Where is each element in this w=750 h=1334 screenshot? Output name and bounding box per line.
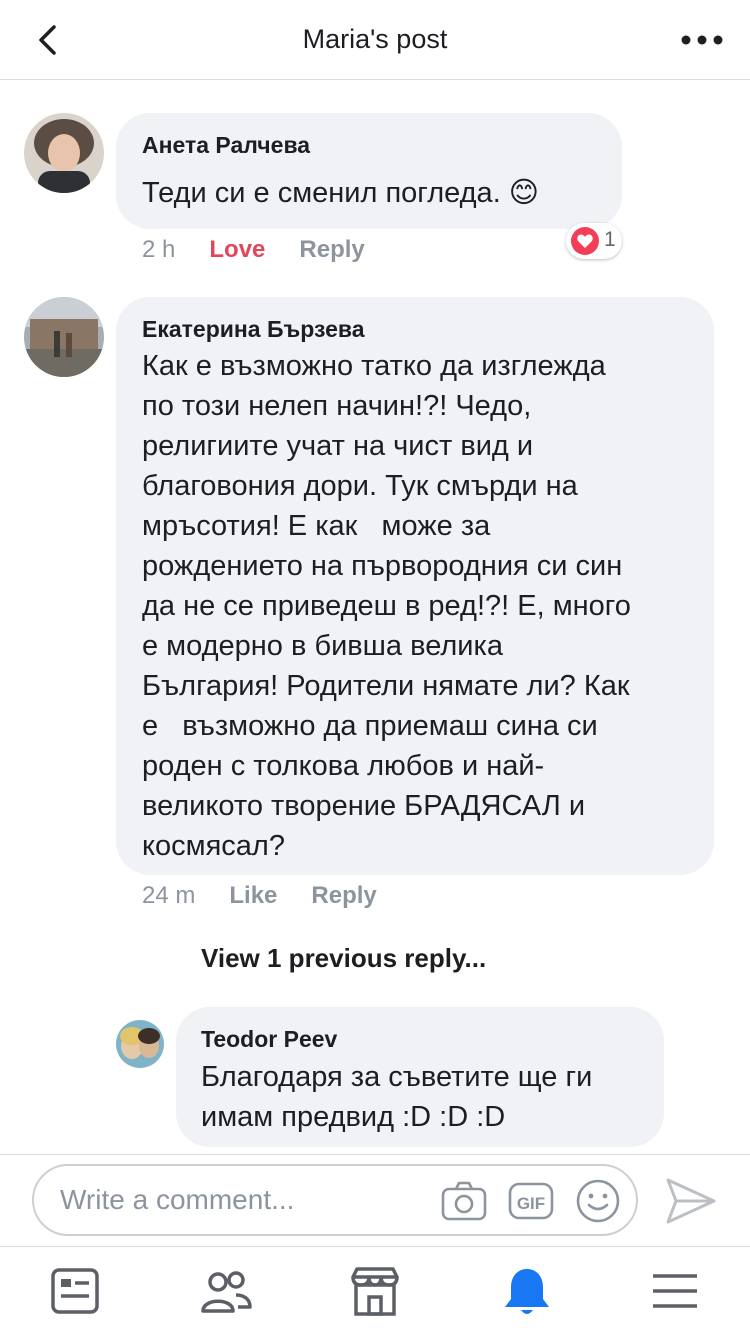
comment-meta: 24 m Like Reply: [142, 882, 377, 910]
reaction-badge[interactable]: 1: [566, 223, 622, 259]
comment-author[interactable]: Анета Ралчева: [142, 132, 310, 159]
comment-input-placeholder: Write a comment...: [60, 1184, 295, 1215]
notifications-icon[interactable]: [499, 1265, 555, 1319]
reply-author[interactable]: Teodor Peev: [201, 1026, 337, 1053]
comment-line: благовония дори. Тук смърди на: [142, 470, 578, 502]
friends-icon[interactable]: [198, 1265, 254, 1319]
comment-line: великото творение БРАДЯСАЛ и: [142, 790, 586, 822]
comment-time: 2 h: [142, 236, 176, 263]
comment-line: роден с толкова любов и най-: [142, 750, 545, 782]
love-button[interactable]: Love: [209, 236, 265, 263]
comment-text: Как е възможно татко да изглежда по този…: [142, 346, 631, 866]
comment-author[interactable]: Екатерина Бързева: [142, 316, 365, 343]
comment-input[interactable]: Write a comment... GIF: [32, 1164, 638, 1236]
more-options-icon[interactable]: [680, 28, 724, 52]
comment-line: България! Родители нямате ли? Как: [142, 670, 630, 702]
svg-text:GIF: GIF: [517, 1194, 545, 1213]
avatar[interactable]: [116, 1020, 164, 1068]
comment-time: 24 m: [142, 882, 196, 909]
reply-button[interactable]: Reply: [311, 882, 376, 909]
comment-line: мръсотия! Е как може за: [142, 510, 491, 542]
comment-line: е модерно в бивша велика: [142, 630, 503, 662]
emoji-icon[interactable]: [575, 1178, 621, 1224]
comment-line: рождението на първородния си син: [142, 550, 623, 582]
comment-line: по този нелеп начин!?! Чедо,: [142, 390, 532, 422]
comment-line: религиите учат на чист вид и: [142, 430, 534, 462]
comment-line: е възможно да приемаш сина си: [142, 710, 598, 742]
avatar[interactable]: [24, 113, 104, 193]
love-reaction-icon: [571, 227, 599, 255]
comment-line: космясал?: [142, 830, 285, 862]
reply-line: Благодаря за съветите ще ги: [201, 1061, 593, 1093]
comment-text: Теди си е сменил погледа. 😊: [142, 177, 540, 209]
view-previous-replies-link[interactable]: View 1 previous reply...: [201, 943, 486, 974]
like-button[interactable]: Like: [229, 882, 277, 909]
comment-line: да не се приведеш в ред!?! Е, много: [142, 590, 631, 622]
send-icon[interactable]: [664, 1176, 718, 1226]
bottom-tab-bar: [0, 1246, 750, 1334]
marketplace-icon[interactable]: [347, 1265, 403, 1319]
comment-meta: 2 h Love Reply: [142, 236, 365, 264]
menu-icon[interactable]: [647, 1265, 703, 1319]
camera-icon[interactable]: [440, 1180, 488, 1222]
top-bar: Maria's post: [0, 0, 750, 80]
reply-line: имам предвид :D :D :D: [201, 1101, 506, 1133]
reply-text: Благодаря за съветите ще ги имам предвид…: [201, 1057, 592, 1137]
reply-button[interactable]: Reply: [299, 236, 364, 263]
comment-line: Как е възможно татко да изглежда: [142, 350, 606, 382]
news-feed-icon[interactable]: [47, 1265, 103, 1319]
reaction-count: 1: [604, 228, 616, 251]
page-title: Maria's post: [302, 24, 448, 54]
gif-icon[interactable]: GIF: [507, 1180, 555, 1222]
avatar[interactable]: [24, 297, 104, 377]
